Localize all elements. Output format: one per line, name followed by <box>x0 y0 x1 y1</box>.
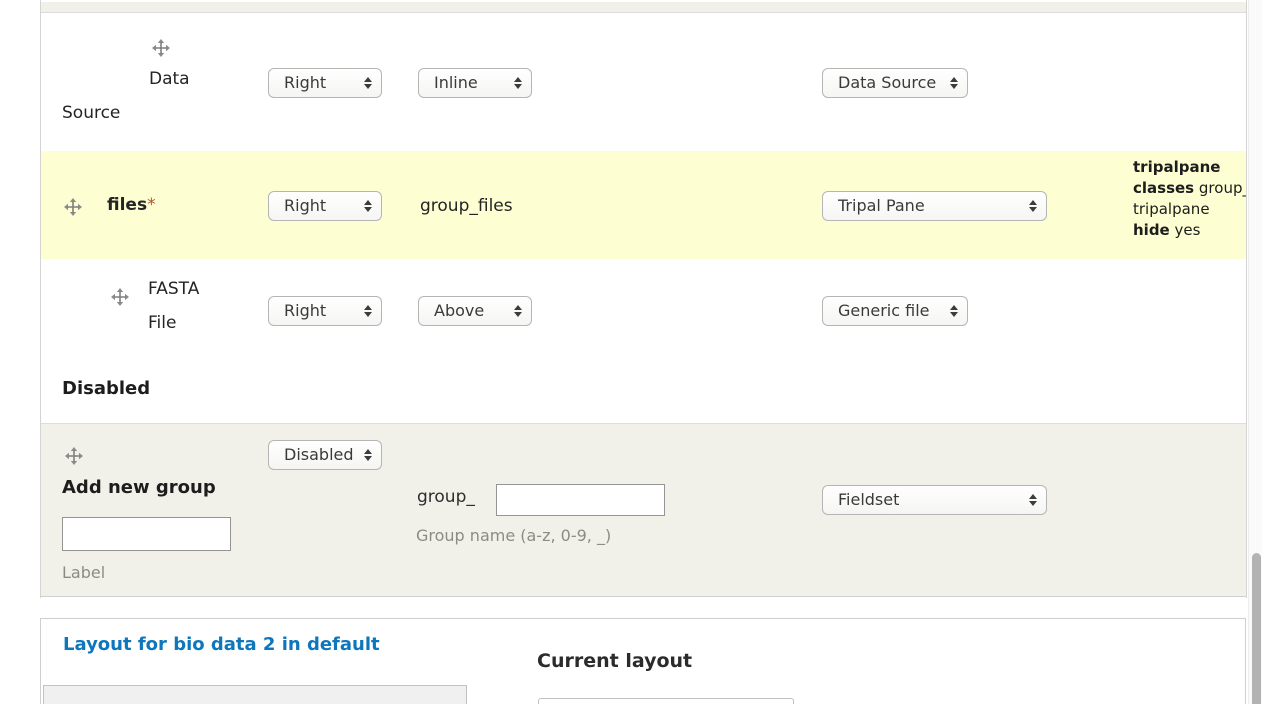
data-source-region-select[interactable]: Right <box>268 68 382 98</box>
files-format-summary: tripalpane classes group_files tripalpan… <box>1133 157 1246 253</box>
select-arrows-icon <box>950 305 958 317</box>
layout-section-box: Layout for bio data 2 in default Current… <box>40 618 1246 704</box>
fasta-label-display-select[interactable]: Above <box>418 296 532 326</box>
files-machine-name: group_files <box>420 193 513 219</box>
disabled-section-heading: Disabled <box>62 375 150 403</box>
add-new-group-title: Add new group <box>62 474 216 502</box>
table-row-files-highlight <box>41 151 1246 259</box>
move-icon <box>64 198 82 216</box>
field-label-files: files* <box>107 192 156 218</box>
select-arrows-icon <box>364 305 372 317</box>
select-arrows-icon <box>1029 494 1037 506</box>
add-group-label-input[interactable] <box>62 517 231 551</box>
table-row-partial <box>41 2 1246 13</box>
vertical-scrollbar-thumb[interactable] <box>1252 553 1261 704</box>
layout-section-title-link[interactable]: Layout for bio data 2 in default <box>63 631 380 659</box>
move-icon <box>111 288 129 306</box>
select-arrows-icon <box>950 77 958 89</box>
move-icon <box>65 447 83 465</box>
select-arrows-icon <box>514 305 522 317</box>
add-group-region-select[interactable]: Disabled <box>268 440 382 470</box>
select-arrows-icon <box>364 77 372 89</box>
current-layout-heading: Current layout <box>537 646 692 676</box>
machine-name-prefix: group_ <box>417 483 475 511</box>
files-widget-select[interactable]: Tripal Pane <box>822 191 1047 221</box>
move-icon <box>152 39 170 57</box>
fasta-widget-select[interactable]: Generic file <box>822 296 968 326</box>
files-region-select[interactable]: Right <box>268 191 382 221</box>
field-label-data-source: Data Source <box>62 62 222 130</box>
layout-menu-panel <box>43 685 467 704</box>
drag-handle[interactable] <box>64 198 82 216</box>
drag-handle[interactable] <box>152 39 170 57</box>
current-layout-preview-box <box>538 698 794 704</box>
select-arrows-icon <box>364 449 372 461</box>
fasta-region-select[interactable]: Right <box>268 296 382 326</box>
select-arrows-icon <box>1029 200 1037 212</box>
machine-name-description: Group name (a-z, 0-9, _) <box>416 522 611 550</box>
drag-handle[interactable] <box>65 447 83 465</box>
field-label-fasta-file: FASTA File <box>148 272 226 340</box>
field-group-manage-display-page: Data Source Right Inline Data Source fil… <box>0 0 1262 704</box>
select-arrows-icon <box>364 200 372 212</box>
vertical-scrollbar-track[interactable] <box>1248 0 1262 704</box>
data-source-widget-select[interactable]: Data Source <box>822 68 968 98</box>
select-arrows-icon <box>514 77 522 89</box>
add-group-label-description: Label <box>62 560 105 586</box>
add-group-widget-select[interactable]: Fieldset <box>822 485 1047 515</box>
add-group-machine-name-input[interactable] <box>496 484 665 516</box>
required-marker: * <box>147 195 156 215</box>
drag-handle[interactable] <box>111 288 129 306</box>
table-right-border <box>1246 0 1247 598</box>
data-source-label-display-select[interactable]: Inline <box>418 68 532 98</box>
